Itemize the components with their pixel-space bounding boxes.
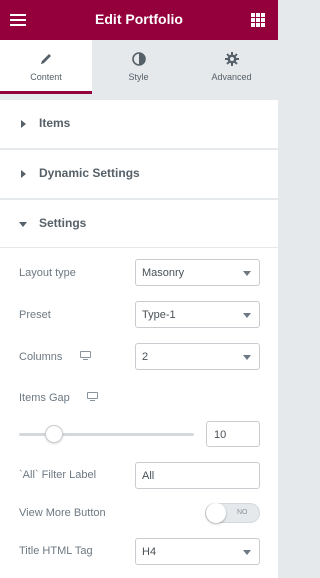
half-circle-icon	[92, 52, 185, 68]
responsive-monitor-icon[interactable]	[87, 392, 99, 402]
panel-tabs: Content Style Advanced	[0, 40, 278, 94]
section-dynamic-settings[interactable]: Dynamic Settings	[0, 150, 278, 198]
columns-value: 2	[142, 351, 149, 363]
columns-label: Columns	[19, 351, 63, 363]
grid-apps-icon[interactable]	[251, 13, 265, 27]
tab-content-label: Content	[30, 72, 62, 82]
chevron-down-icon	[243, 271, 251, 276]
editor-header: Edit Portfolio	[0, 0, 278, 40]
chevron-down-icon	[243, 313, 251, 318]
pencil-icon	[0, 52, 92, 68]
panel-title: Edit Portfolio	[95, 11, 183, 27]
caret-down-icon	[19, 222, 27, 227]
preset-select[interactable]: Type-1	[135, 301, 260, 328]
items-gap-slider-handle[interactable]	[45, 425, 63, 443]
items-gap-value: 10	[214, 429, 227, 441]
columns-select[interactable]: 2	[135, 343, 260, 370]
filter-label-value: All	[142, 470, 155, 482]
tab-style-label: Style	[128, 72, 149, 82]
caret-right-icon	[21, 170, 26, 178]
tab-advanced-label: Advanced	[211, 72, 252, 82]
caret-right-icon	[21, 120, 26, 128]
layout-type-value: Masonry	[142, 267, 185, 279]
title-tag-value: H4	[142, 546, 157, 558]
tab-content[interactable]: Content	[0, 40, 92, 93]
section-settings-header[interactable]: Settings	[0, 200, 278, 248]
section-dynamic-label: Dynamic Settings	[39, 166, 140, 180]
chevron-down-icon	[243, 550, 251, 555]
toggle-state-text: NO	[237, 509, 248, 516]
items-gap-label: Items Gap	[19, 392, 70, 404]
layout-type-select[interactable]: Masonry	[135, 259, 260, 286]
toggle-knob	[206, 503, 226, 523]
view-more-toggle[interactable]: NO	[205, 503, 260, 523]
title-tag-select[interactable]: H4	[135, 538, 260, 565]
gear-icon	[185, 52, 278, 68]
section-items[interactable]: Items	[0, 100, 278, 148]
filter-label-input[interactable]: All	[135, 462, 260, 489]
preset-label: Preset	[19, 309, 51, 321]
filter-label-label: `All` Filter Label	[19, 469, 97, 481]
title-tag-label: Title HTML Tag	[19, 545, 93, 557]
responsive-monitor-icon[interactable]	[80, 351, 92, 361]
tab-advanced[interactable]: Advanced	[185, 40, 278, 93]
chevron-down-icon	[243, 355, 251, 360]
view-more-label: View More Button	[19, 507, 106, 519]
section-settings-label: Settings	[39, 216, 87, 230]
preset-value: Type-1	[142, 309, 176, 321]
items-gap-input[interactable]: 10	[206, 421, 260, 447]
tab-style[interactable]: Style	[92, 40, 185, 93]
section-items-label: Items	[39, 116, 71, 130]
active-tab-indicator	[0, 91, 92, 94]
layout-type-label: Layout type	[19, 267, 76, 279]
